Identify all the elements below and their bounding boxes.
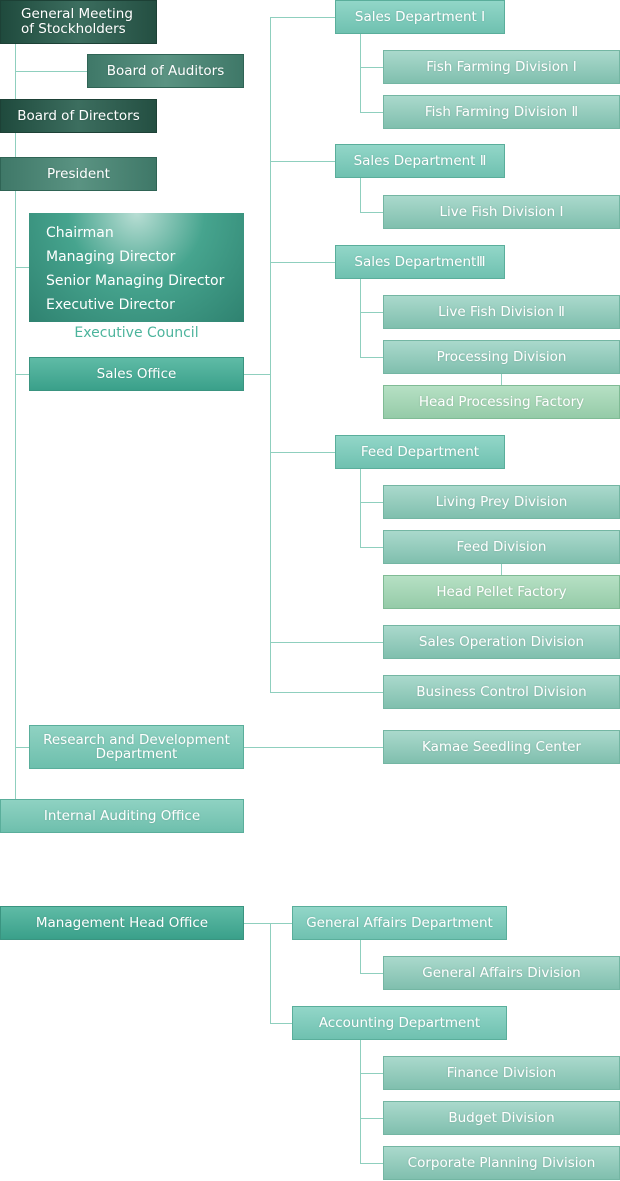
exec-member: Chairman bbox=[46, 225, 114, 241]
connector bbox=[360, 973, 383, 974]
connector bbox=[360, 469, 361, 547]
feed-department-box: Feed Department bbox=[335, 435, 505, 469]
internal-auditing-box: Internal Auditing Office bbox=[0, 799, 244, 833]
connector bbox=[244, 747, 383, 748]
processing-division-box: Processing Division bbox=[383, 340, 620, 374]
head-pellet-factory-box: Head Pellet Factory bbox=[383, 575, 620, 609]
connector bbox=[270, 692, 383, 693]
connector bbox=[360, 279, 361, 357]
connector bbox=[15, 374, 29, 375]
connector bbox=[270, 1023, 292, 1024]
connector bbox=[270, 923, 271, 1023]
living-prey-division-box: Living Prey Division bbox=[383, 485, 620, 519]
connector bbox=[270, 161, 335, 162]
accounting-department-box: Accounting Department bbox=[292, 1006, 507, 1040]
general-meeting-box: General Meeting of Stockholders bbox=[0, 0, 157, 44]
fish-farming-division-1-box: Fish Farming Division Ⅰ bbox=[383, 50, 620, 84]
connector bbox=[501, 374, 502, 385]
board-of-directors-box: Board of Directors bbox=[0, 99, 157, 133]
exec-member: Managing Director bbox=[46, 249, 176, 265]
sales-department-2-box: Sales Department Ⅱ bbox=[335, 144, 505, 178]
connector bbox=[360, 1073, 383, 1074]
executive-council-box: Chairman Managing Director Senior Managi… bbox=[29, 213, 244, 322]
connector bbox=[360, 212, 383, 213]
sales-department-1-box: Sales Department Ⅰ bbox=[335, 0, 505, 34]
connector bbox=[360, 112, 383, 113]
connector bbox=[360, 312, 383, 313]
connector bbox=[244, 923, 292, 924]
live-fish-division-2-box: Live Fish Division Ⅱ bbox=[383, 295, 620, 329]
kamae-seedling-center-box: Kamae Seedling Center bbox=[383, 730, 620, 764]
exec-member: Senior Managing Director bbox=[46, 273, 225, 289]
connector bbox=[360, 502, 383, 503]
connector bbox=[360, 940, 361, 973]
connector bbox=[360, 34, 361, 112]
connector bbox=[360, 1163, 383, 1164]
connector bbox=[360, 1118, 383, 1119]
fish-farming-division-2-box: Fish Farming Division Ⅱ bbox=[383, 95, 620, 129]
connector bbox=[360, 67, 383, 68]
connector bbox=[15, 747, 29, 748]
sales-department-3-box: Sales DepartmentⅢ bbox=[335, 245, 505, 279]
connector bbox=[270, 17, 271, 693]
connector bbox=[270, 642, 383, 643]
connector bbox=[360, 178, 361, 212]
connector bbox=[244, 374, 270, 375]
connector bbox=[15, 71, 87, 72]
president-box: President bbox=[0, 157, 157, 191]
general-affairs-department-box: General Affairs Department bbox=[292, 906, 507, 940]
rnd-department-box: Research and Development Department bbox=[29, 725, 244, 769]
management-head-office-box: Management Head Office bbox=[0, 906, 244, 940]
connector bbox=[270, 17, 335, 18]
business-control-division-box: Business Control Division bbox=[383, 675, 620, 709]
org-chart: General Meeting of Stockholders Board of… bbox=[0, 0, 620, 1181]
budget-division-box: Budget Division bbox=[383, 1101, 620, 1135]
corporate-planning-division-box: Corporate Planning Division bbox=[383, 1146, 620, 1180]
connector bbox=[270, 452, 335, 453]
exec-member: Executive Director bbox=[46, 297, 175, 313]
connector bbox=[360, 547, 383, 548]
connector bbox=[15, 267, 29, 268]
connector bbox=[360, 1040, 361, 1163]
connector bbox=[270, 262, 335, 263]
general-affairs-division-box: General Affairs Division bbox=[383, 956, 620, 990]
executive-council-label: Executive Council bbox=[74, 325, 199, 341]
sales-operation-division-box: Sales Operation Division bbox=[383, 625, 620, 659]
board-of-auditors-box: Board of Auditors bbox=[87, 54, 244, 88]
finance-division-box: Finance Division bbox=[383, 1056, 620, 1090]
connector bbox=[360, 357, 383, 358]
head-processing-factory-box: Head Processing Factory bbox=[383, 385, 620, 419]
live-fish-division-1-box: Live Fish Division Ⅰ bbox=[383, 195, 620, 229]
feed-division-box: Feed Division bbox=[383, 530, 620, 564]
sales-office-box: Sales Office bbox=[29, 357, 244, 391]
connector bbox=[501, 564, 502, 575]
